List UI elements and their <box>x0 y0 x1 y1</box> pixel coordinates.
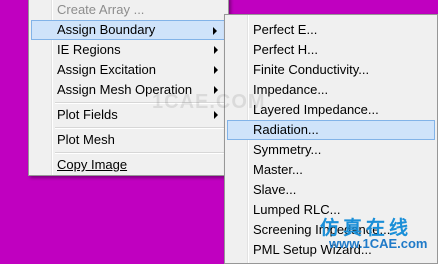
menu-item-label: Perfect E... <box>253 22 318 37</box>
menu-item-copy-image[interactable]: Copy Image <box>31 155 226 175</box>
submenu-item-master[interactable]: Master... <box>227 160 435 180</box>
menu-item-plot-mesh[interactable]: Plot Mesh <box>31 130 226 150</box>
menu-item-label: Perfect H... <box>253 42 319 57</box>
menu-item-label: IE Regions <box>57 42 121 57</box>
menu-item-label: Layered Impedance... <box>253 102 379 117</box>
menu-item-label: Plot Mesh <box>57 132 115 147</box>
menu-item-label: Slave... <box>253 182 297 197</box>
menu-item-label: Master... <box>253 162 303 177</box>
menu-item-assign-boundary[interactable]: Assign Boundary <box>31 20 226 40</box>
watermark-center-text: 1CAE.COM <box>152 91 266 113</box>
menu-item-label: Radiation... <box>253 122 319 137</box>
submenu-item-radiation[interactable]: Radiation... <box>227 120 435 140</box>
submenu-arrow-icon <box>214 66 218 74</box>
watermark-url-text: www.1CAE.com <box>329 236 428 251</box>
menu-separator <box>55 152 225 154</box>
submenu-arrow-icon <box>214 46 218 54</box>
context-menu: Create Array ... Assign Boundary IE Regi… <box>28 0 229 176</box>
menu-item-label: Assign Excitation <box>57 62 156 77</box>
menu-item-label: Copy Image <box>57 157 128 172</box>
submenu-item-slave[interactable]: Slave... <box>227 180 435 200</box>
menu-item-create-array: Create Array ... <box>31 0 226 20</box>
menu-item-label: Assign Boundary <box>57 22 156 37</box>
submenu-item-perfect-h[interactable]: Perfect H... <box>227 40 435 60</box>
menu-item-assign-excitation[interactable]: Assign Excitation <box>31 60 226 80</box>
submenu-item-symmetry[interactable]: Symmetry... <box>227 140 435 160</box>
menu-separator <box>55 127 225 129</box>
submenu-item-perfect-e[interactable]: Perfect E... <box>227 20 435 40</box>
menu-item-label: Create Array ... <box>57 2 145 17</box>
submenu-arrow-icon <box>213 27 217 35</box>
menu-item-label: Plot Fields <box>57 107 118 122</box>
menu-item-label: Finite Conductivity... <box>253 62 370 77</box>
menu-item-ie-regions[interactable]: IE Regions <box>31 40 226 60</box>
submenu-item-finite-conductivity[interactable]: Finite Conductivity... <box>227 60 435 80</box>
menu-item-label: Symmetry... <box>253 142 322 157</box>
